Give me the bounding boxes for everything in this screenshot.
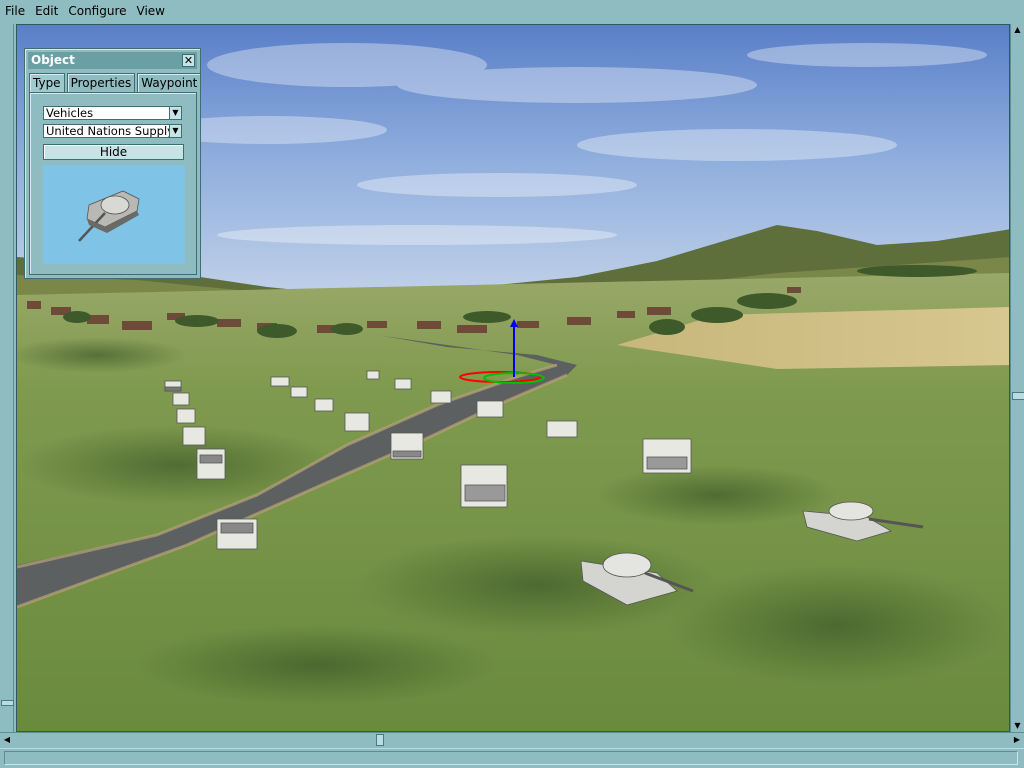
hide-button[interactable]: Hide — [43, 144, 184, 160]
tank-icon — [78, 190, 140, 242]
chevron-down-icon[interactable]: ▼ — [169, 107, 181, 119]
vehicle-truck[interactable] — [182, 426, 206, 446]
vehicle-truck[interactable] — [172, 392, 190, 406]
faction-value: United Nations Supply — [46, 124, 174, 138]
panel-title[interactable]: Object ✕ — [28, 52, 197, 69]
vehicle-truck[interactable] — [394, 378, 412, 390]
vertical-scrollbar[interactable]: ▲ ▼ — [1010, 24, 1024, 732]
vehicle-truck[interactable] — [344, 412, 370, 432]
scroll-left-icon[interactable]: ◀ — [1, 733, 13, 746]
tab-type[interactable]: Type — [29, 73, 65, 92]
status-bar — [0, 748, 1024, 768]
horizontal-scrollbar[interactable]: ◀ ▶ — [0, 732, 1024, 746]
vehicle-truck[interactable] — [164, 380, 182, 392]
faction-select[interactable]: United Nations Supply ▼ — [43, 124, 182, 138]
vehicle-truck[interactable] — [314, 398, 334, 412]
vehicle-truck[interactable] — [290, 386, 308, 398]
vehicle-truck[interactable] — [196, 448, 226, 480]
panel-tabs: Type Properties Waypoint — [29, 73, 203, 93]
editor-window: File Edit Configure View ▲ ▼ ◀ ▶ Object … — [0, 0, 1024, 768]
vehicle-truck[interactable] — [476, 400, 504, 418]
object-panel: Object ✕ Type Properties Waypoint Vehicl… — [24, 48, 203, 279]
chevron-down-icon[interactable]: ▼ — [169, 125, 181, 137]
tab-waypoint[interactable]: Waypoint — [137, 73, 202, 92]
menu-bar: File Edit Configure View — [0, 0, 1024, 22]
tab-properties[interactable]: Properties — [66, 73, 136, 92]
menu-file[interactable]: File — [0, 0, 30, 22]
vehicle-truck[interactable] — [270, 376, 290, 387]
tab-body-type: Vehicles ▼ United Nations Supply ▼ Hide — [29, 92, 197, 275]
vehicle-truck[interactable] — [430, 390, 452, 404]
category-value: Vehicles — [46, 106, 94, 120]
vehicle-truck[interactable] — [216, 518, 258, 550]
scroll-up-icon[interactable]: ▲ — [1011, 25, 1024, 35]
panel-title-text: Object — [31, 53, 75, 67]
object-preview — [43, 165, 185, 264]
menu-edit[interactable]: Edit — [30, 0, 63, 22]
vehicle-truck[interactable] — [460, 464, 508, 508]
vehicle-truck[interactable] — [176, 408, 196, 424]
vehicle-truck[interactable] — [390, 432, 424, 460]
vehicle-truck[interactable] — [546, 420, 578, 438]
menu-configure[interactable]: Configure — [63, 0, 131, 22]
menu-view[interactable]: View — [132, 0, 170, 22]
scroll-down-icon[interactable]: ▼ — [1011, 721, 1024, 731]
scroll-right-icon[interactable]: ▶ — [1011, 733, 1023, 746]
left-scrollbar[interactable] — [0, 24, 14, 732]
vehicle-truck[interactable] — [642, 438, 692, 474]
left-scroll-thumb[interactable] — [1, 700, 14, 706]
status-field — [4, 751, 1018, 765]
category-select[interactable]: Vehicles ▼ — [43, 106, 182, 120]
close-icon[interactable]: ✕ — [182, 54, 195, 67]
horizontal-scroll-thumb[interactable] — [376, 734, 384, 746]
vehicle-truck[interactable] — [366, 370, 380, 380]
vertical-scroll-thumb[interactable] — [1012, 392, 1024, 400]
